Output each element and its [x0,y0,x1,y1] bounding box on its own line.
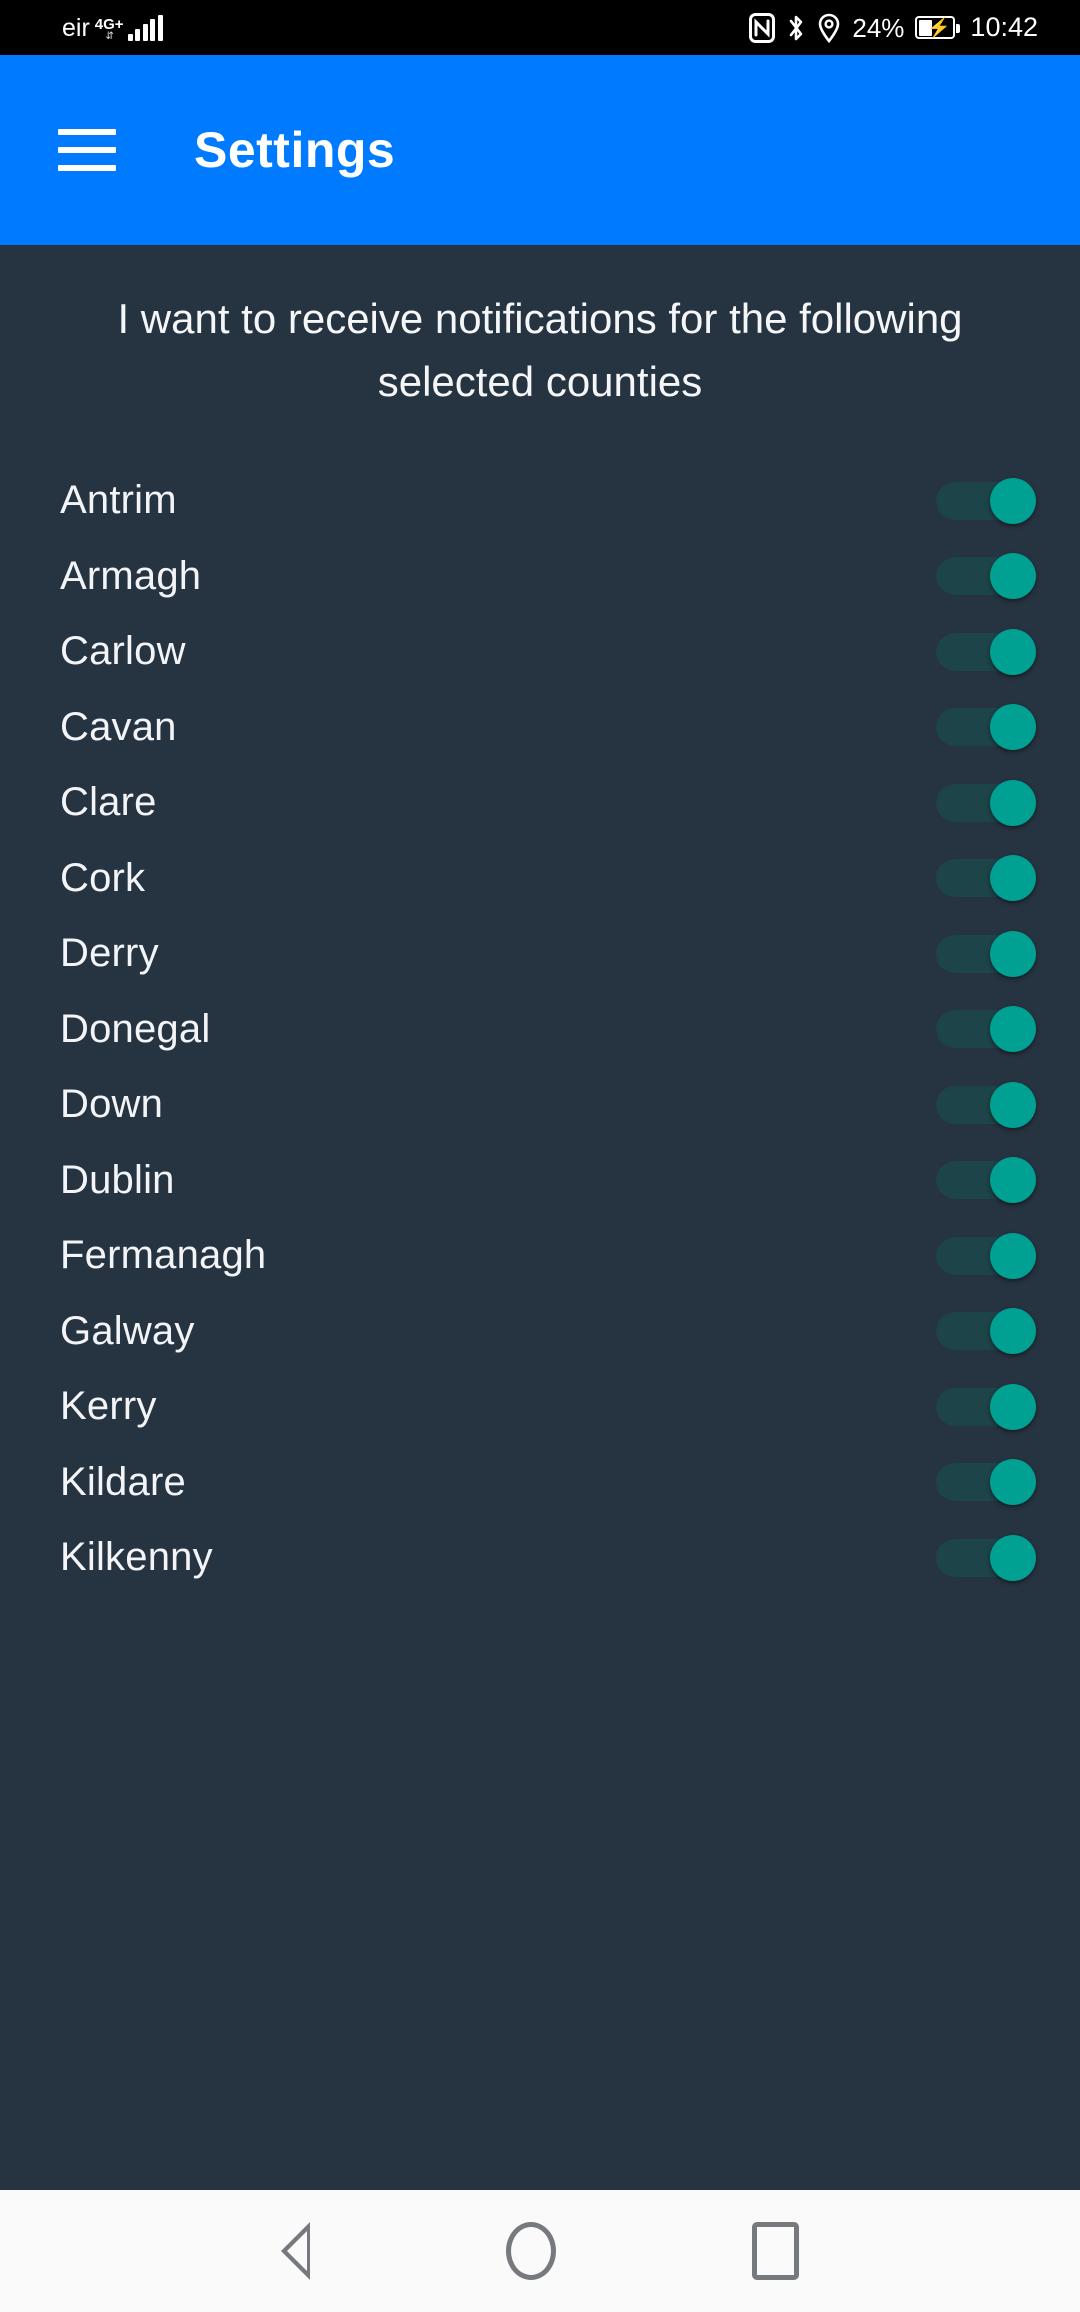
county-toggle-switch[interactable] [936,1006,1036,1053]
county-name-label: Fermanagh [60,1233,267,1278]
county-list: Antrim Armagh Carlow Cavan Clare Cork Derry Don… [0,463,1080,1596]
toggle-thumb [990,704,1036,751]
network-type-group: 4G+ ⇵ [94,15,124,42]
toggle-thumb [990,1232,1036,1279]
toggle-thumb [990,1459,1036,1506]
county-row[interactable]: Antrim [0,463,1080,539]
county-name-label: Kilkenny [60,1535,213,1580]
county-toggle-switch[interactable] [936,1081,1036,1128]
county-row[interactable]: Cork [0,841,1080,917]
county-row[interactable]: Donegal [0,992,1080,1068]
app-bar: Settings [0,55,1080,245]
county-row[interactable]: Dublin [0,1143,1080,1219]
toggle-thumb [990,1308,1036,1355]
county-name-label: Clare [60,780,157,825]
county-name-label: Derry [60,931,159,976]
county-name-label: Kildare [60,1459,186,1504]
county-name-label: Donegal [60,1006,211,1051]
signal-strength-icon [127,14,163,41]
county-row[interactable]: Galway [0,1294,1080,1370]
lead-description: I want to receive notifications for the … [117,295,963,405]
phone-screen: eir 4G+ ⇵ 24% ⚡ 10:42 Settings I want to… [0,0,1080,2312]
battery-charging-icon: ⚡ [915,16,961,39]
status-bar-left: eir 4G+ ⇵ [0,13,163,42]
county-toggle-switch[interactable] [936,1157,1036,1204]
toggle-thumb [990,628,1036,675]
county-toggle-switch[interactable] [936,553,1036,600]
recents-square-icon[interactable] [752,2222,799,2280]
county-row[interactable]: Clare [0,765,1080,841]
county-toggle-switch[interactable] [936,1534,1036,1581]
county-name-label: Kerry [60,1384,157,1429]
status-bar-right: 24% ⚡ 10:42 [749,12,1080,43]
bluetooth-icon [790,15,803,40]
county-toggle-switch[interactable] [936,1459,1036,1506]
county-name-label: Down [60,1082,164,1127]
county-toggle-switch[interactable] [936,779,1036,826]
county-row[interactable]: Derry [0,916,1080,992]
county-name-label: Cork [60,855,146,900]
county-name-label: Carlow [60,629,186,674]
county-toggle-switch[interactable] [936,628,1036,675]
county-name-label: Cavan [60,704,177,749]
county-name-label: Dublin [60,1157,175,1202]
toggle-thumb [990,1081,1036,1128]
settings-content: I want to receive notifications for the … [0,245,1080,2190]
android-navigation-bar [0,2190,1080,2312]
county-toggle-switch[interactable] [936,704,1036,751]
battery-percent-label: 24% [852,12,905,43]
toggle-thumb [990,930,1036,977]
county-toggle-switch[interactable] [936,1383,1036,1430]
toggle-thumb [990,855,1036,902]
network-type-label: 4G+ [94,15,124,33]
toggle-thumb [990,477,1036,524]
toggle-thumb [990,553,1036,600]
location-icon [819,13,840,43]
page-title: Settings [194,122,396,178]
county-row[interactable]: Kildare [0,1445,1080,1521]
county-toggle-switch[interactable] [936,477,1036,524]
county-row[interactable]: Carlow [0,614,1080,690]
county-row[interactable]: Cavan [0,690,1080,766]
data-transfer-arrows-icon: ⇵ [105,30,113,42]
county-toggle-switch[interactable] [936,930,1036,977]
county-row[interactable]: Fermanagh [0,1218,1080,1294]
county-name-label: Armagh [60,553,202,598]
county-name-label: Antrim [60,478,177,523]
county-row[interactable]: Armagh [0,539,1080,615]
toggle-thumb [990,1534,1036,1581]
home-circle-icon[interactable] [506,2222,556,2280]
county-toggle-switch[interactable] [936,855,1036,902]
clock-label: 10:42 [970,12,1038,42]
carrier-label: eir [62,13,90,42]
county-name-label: Galway [60,1308,195,1353]
county-toggle-switch[interactable] [936,1308,1036,1355]
county-row[interactable]: Kerry [0,1369,1080,1445]
county-toggle-switch[interactable] [936,1232,1036,1279]
toggle-thumb [990,1006,1036,1053]
nfc-icon [749,12,776,43]
county-row[interactable]: Kilkenny [0,1520,1080,1596]
back-triangle-icon[interactable] [281,2222,310,2280]
toggle-thumb [990,779,1036,826]
hamburger-menu-icon[interactable] [58,129,116,171]
status-bar: eir 4G+ ⇵ 24% ⚡ 10:42 [0,0,1080,55]
county-row[interactable]: Down [0,1067,1080,1143]
toggle-thumb [990,1157,1036,1204]
toggle-thumb [990,1383,1036,1430]
